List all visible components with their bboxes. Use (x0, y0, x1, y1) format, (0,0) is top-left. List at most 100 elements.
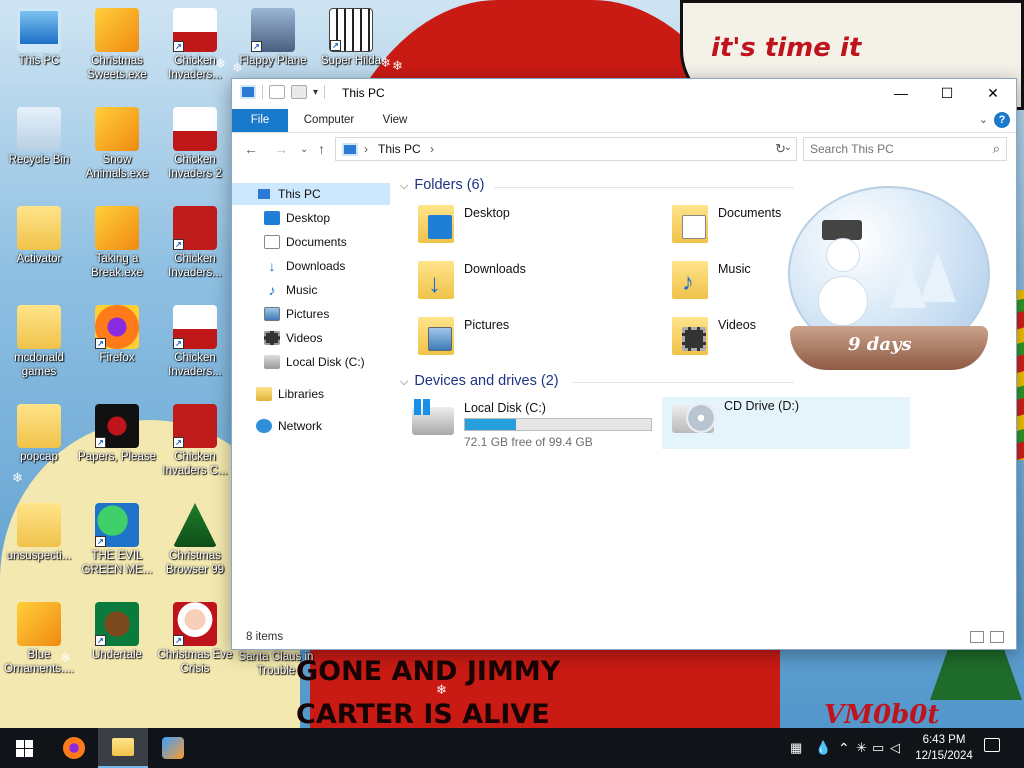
folder-item-pictures[interactable]: Pictures (400, 317, 650, 369)
drive-item-cd-drive[interactable]: CD Drive (D:) (662, 397, 910, 449)
folder-item-downloads[interactable]: ↓ Downloads (400, 261, 650, 313)
tab-view[interactable]: View (370, 109, 420, 132)
title-bar[interactable]: ▾ This PC — ☐ ✕ (232, 79, 1016, 107)
up-arrow-icon[interactable]: ↑ (318, 141, 325, 157)
desktop-icon-taking-a-break[interactable]: Taking a Break.exe (78, 206, 156, 280)
details-view-icon[interactable] (970, 631, 984, 643)
nav-item-label: This PC (278, 187, 321, 201)
network-icon[interactable]: ▭ (872, 740, 884, 756)
tab-computer[interactable]: Computer (292, 109, 366, 132)
taskbar-file-explorer[interactable] (98, 728, 148, 768)
messenger-icon (162, 737, 184, 759)
chevron-down-icon[interactable]: ▾ (313, 87, 318, 98)
folder-name: Documents (718, 206, 782, 220)
breadcrumb-separator[interactable]: › (430, 142, 434, 156)
nav-item-documents[interactable]: Documents (232, 231, 390, 253)
search-input[interactable] (810, 141, 980, 157)
taskbar-clock[interactable]: 6:43 PM 12/15/2024 (906, 732, 982, 764)
desktop-icon-unsuspecting[interactable]: unsuspecti... (0, 503, 78, 563)
desktop-icon-christmas-sweets[interactable]: Christmas Sweets.exe (78, 8, 156, 82)
tray-app-icon[interactable]: ▦ (790, 740, 802, 756)
taskbar-firefox[interactable] (50, 728, 98, 768)
desktop-icon-snow-animals[interactable]: Snow Animals.exe (78, 107, 156, 181)
recent-locations-icon[interactable]: ⌄ (300, 144, 308, 155)
desktop-icon-chicken-invaders-3[interactable]: ↗ Chicken Invaders... (156, 206, 234, 280)
nav-item-music[interactable]: ♪ Music (232, 279, 390, 301)
network-icon (256, 419, 272, 433)
help-icon[interactable]: ? (994, 112, 1010, 128)
new-folder-icon[interactable] (291, 85, 307, 99)
show-hidden-icons-chevron[interactable]: ⌃ (838, 740, 850, 757)
minimize-button[interactable]: — (878, 79, 924, 107)
desktop-icon-blue-ornaments[interactable]: Blue Ornaments.... (0, 602, 78, 676)
desktop-icon-papers-please[interactable]: ↗ Papers, Please (78, 404, 156, 464)
desktop-icon-chicken-invaders-1[interactable]: ↗ Chicken Invaders... (156, 8, 234, 82)
snowflake-icon: ❄ (12, 470, 23, 485)
properties-icon[interactable] (269, 85, 285, 99)
snowflake-tray-icon[interactable]: ✳ (856, 740, 867, 756)
nav-item-label: Desktop (286, 211, 331, 225)
breadcrumb-separator[interactable]: › (364, 142, 368, 156)
nav-item-downloads[interactable]: ↓ Downloads (232, 255, 390, 277)
chicken-game-icon: ↗ (173, 305, 217, 349)
search-box[interactable]: ⌕ (803, 137, 1007, 161)
forward-arrow-icon[interactable]: → (274, 141, 288, 157)
drive-item-local-disk[interactable]: Local Disk (C:) 72.1 GB free of 99.4 GB (402, 399, 660, 451)
desktop-icon-flappy-plane[interactable]: ↗ Flappy Plane (234, 8, 312, 68)
desktop-icon-undertale[interactable]: ↗ Undertale (78, 602, 156, 662)
windows-logo-icon (414, 399, 430, 415)
nav-item-pictures[interactable]: Pictures (232, 303, 390, 325)
large-icons-view-icon[interactable] (990, 631, 1004, 643)
folders-group-header[interactable]: ⌵ Folders (6) (400, 177, 484, 193)
toolbar-separator (262, 85, 263, 99)
desktop-icon-evil-green-messenger[interactable]: ↗ THE EVIL GREEN ME... (78, 503, 156, 577)
back-arrow-icon[interactable]: ← (244, 141, 258, 157)
desktop-icon-popcap[interactable]: popcap (0, 404, 78, 464)
desktop-icon-chicken-invaders-c[interactable]: ↗ Chicken Invaders C... (156, 404, 234, 478)
nav-item-label: Downloads (286, 259, 346, 273)
folder-item-desktop[interactable]: Desktop (400, 205, 650, 257)
devices-group-header[interactable]: ⌵ Devices and drives (2) (400, 373, 559, 389)
desktop-icon-christmas-browser-99[interactable]: Christmas Browser 99 (156, 503, 234, 577)
nav-item-desktop[interactable]: Desktop (232, 207, 390, 229)
pc-icon (342, 143, 358, 156)
quick-access-toolbar: ▾ (240, 85, 326, 99)
desktop-icon-chicken-invaders-4[interactable]: ↗ Chicken Invaders... (156, 305, 234, 379)
nav-item-videos[interactable]: Videos (232, 327, 390, 349)
expand-ribbon-icon[interactable]: ⌄ (979, 113, 988, 126)
breadcrumb[interactable]: This PC (378, 142, 421, 156)
desktop-icon-recycle-bin[interactable]: Recycle Bin (0, 107, 78, 167)
desktop-icon-chicken-invaders-2[interactable]: Chicken Invaders 2 (156, 107, 234, 181)
exe-icon (95, 8, 139, 52)
notification-icon[interactable] (984, 738, 1000, 752)
undertale-icon: ↗ (95, 602, 139, 646)
desktop-icon-firefox[interactable]: ↗ Firefox (78, 305, 156, 365)
refresh-icon[interactable]: ↻ (775, 141, 786, 157)
tray-drop-icon[interactable]: 💧 (815, 740, 831, 756)
folder-icon (17, 404, 61, 448)
volume-icon[interactable]: ◁ (890, 740, 900, 756)
shortcut-arrow-icon: ↗ (173, 437, 184, 448)
nav-item-libraries[interactable]: Libraries (232, 383, 390, 405)
tab-file[interactable]: File (232, 109, 288, 132)
start-button[interactable] (0, 728, 48, 768)
nav-item-local-disk[interactable]: Local Disk (C:) (232, 351, 390, 373)
desktop-icon-this-pc[interactable]: This PC (0, 8, 78, 68)
nav-item-this-pc[interactable]: This PC (232, 183, 390, 205)
address-bar[interactable]: › This PC › ⌄ (335, 137, 797, 161)
desktop-icon-super-hilda[interactable]: ↗ Super Hilda (312, 8, 390, 68)
taskbar-messenger[interactable] (148, 728, 198, 768)
shortcut-arrow-icon: ↗ (173, 41, 184, 52)
maximize-button[interactable]: ☐ (924, 79, 970, 107)
nav-item-network[interactable]: Network (232, 415, 390, 437)
disc-icon (686, 403, 716, 433)
nav-item-label: Network (278, 419, 323, 433)
desktop-icon (264, 211, 280, 225)
shortcut-arrow-icon: ↗ (95, 536, 106, 547)
close-button[interactable]: ✕ (970, 79, 1016, 107)
desktop-icon-santa-claus-in-trouble[interactable]: Santa Claus in Trouble (234, 650, 318, 678)
desktop-icon-activator[interactable]: Activator (0, 206, 78, 266)
countdown-text: 9 days (848, 334, 912, 355)
desktop-icon-mcdonald-games[interactable]: mcdonald games (0, 305, 78, 379)
desktop-icon-christmas-eve-crisis[interactable]: ↗ Christmas Eve Crisis (156, 602, 234, 676)
